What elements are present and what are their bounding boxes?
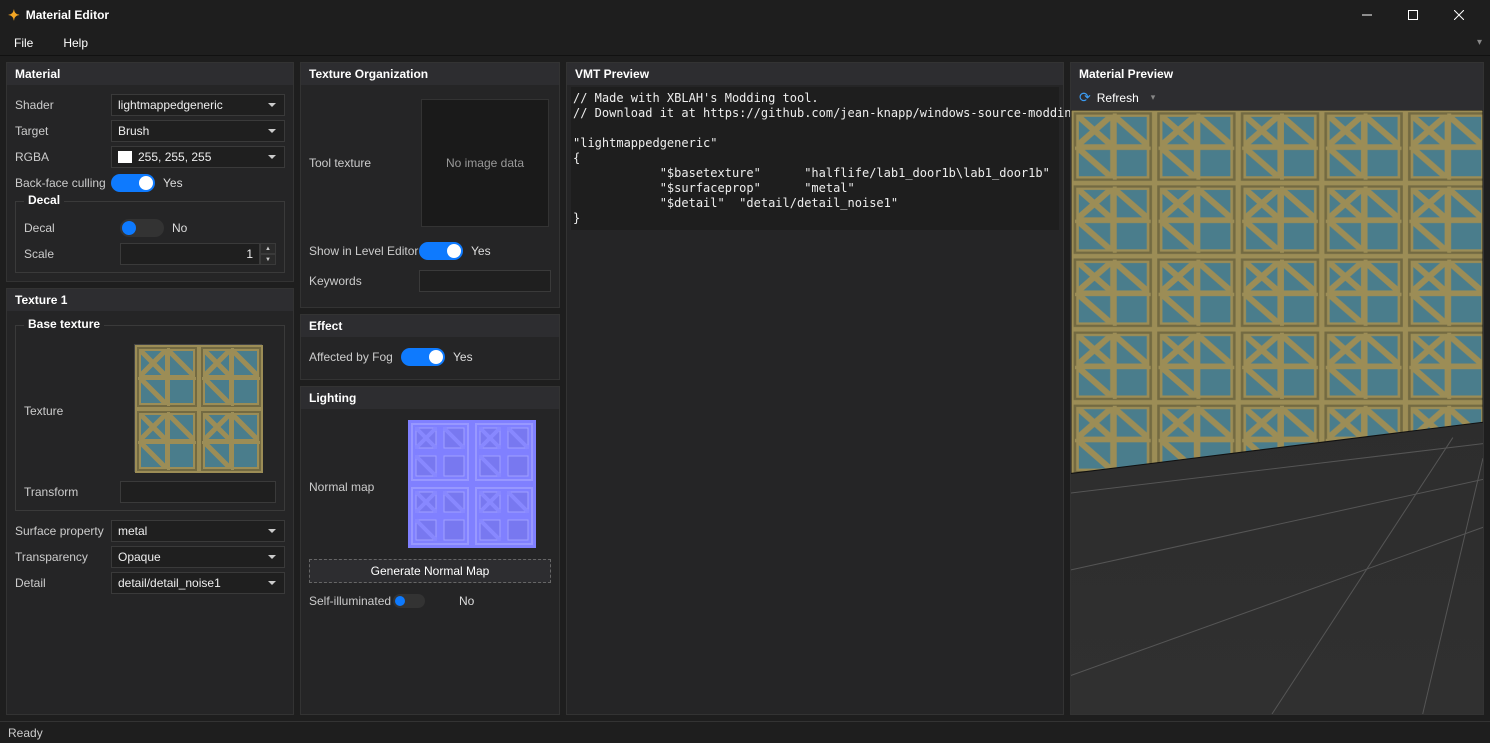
transform-input[interactable] <box>120 481 276 503</box>
refresh-icon: ⟳ <box>1079 89 1091 106</box>
scale-up-button[interactable]: ▲ <box>260 243 276 254</box>
transparency-select[interactable]: Opaque <box>111 546 285 568</box>
texture-org-header: Texture Organization <box>301 63 559 85</box>
shader-label: Shader <box>15 98 111 112</box>
bfc-value: Yes <box>163 176 183 190</box>
base-texture-group: Base texture Texture Transform <box>15 325 285 511</box>
status-text: Ready <box>8 726 43 740</box>
app-icon: ✦ <box>8 7 20 24</box>
status-bar: Ready <box>0 721 1490 743</box>
transparency-label: Transparency <box>15 550 111 564</box>
generate-normal-button[interactable]: Generate Normal Map <box>309 559 551 583</box>
refresh-dropdown[interactable]: ▾ <box>1151 92 1156 103</box>
effect-panel: Effect Affected by Fog Yes <box>300 314 560 380</box>
scale-input[interactable]: 1 <box>120 243 260 265</box>
surfprop-select[interactable]: metal <box>111 520 285 542</box>
surfprop-label: Surface property <box>15 524 111 538</box>
texture-org-panel: Texture Organization Tool texture No ima… <box>300 62 560 308</box>
rgba-select[interactable]: 255, 255, 255 <box>111 146 285 168</box>
texture1-panel: Texture 1 Base texture Texture Transform <box>6 288 294 715</box>
scale-label: Scale <box>24 247 120 261</box>
refresh-button[interactable]: Refresh <box>1097 91 1139 105</box>
showlvl-toggle[interactable] <box>419 242 463 260</box>
close-button[interactable] <box>1436 0 1482 30</box>
title-bar: ✦ Material Editor <box>0 0 1490 30</box>
base-texture-preview[interactable] <box>134 344 262 472</box>
decal-toggle[interactable] <box>120 219 164 237</box>
effect-header: Effect <box>301 315 559 337</box>
menu-overflow[interactable]: ▾ <box>1477 37 1482 48</box>
showlvl-label: Show in Level Editor <box>309 244 419 258</box>
preview-panel: Material Preview ⟳ Refresh ▾ <box>1070 62 1484 715</box>
material-viewport[interactable] <box>1071 110 1483 714</box>
preview-header: Material Preview <box>1071 63 1483 85</box>
tooltex-label: Tool texture <box>309 156 419 170</box>
fog-toggle[interactable] <box>401 348 445 366</box>
keywords-input[interactable] <box>419 270 551 292</box>
showlvl-value: Yes <box>471 244 491 258</box>
rgba-label: RGBA <box>15 150 111 164</box>
detail-label: Detail <box>15 576 111 590</box>
bfc-toggle[interactable] <box>111 174 155 192</box>
selfill-value: No <box>459 594 474 608</box>
vmt-header: VMT Preview <box>567 63 1063 85</box>
menu-help[interactable]: Help <box>57 34 94 52</box>
shader-select[interactable]: lightmappedgeneric <box>111 94 285 116</box>
decal-legend: Decal <box>24 193 64 207</box>
lighting-header: Lighting <box>301 387 559 409</box>
keywords-label: Keywords <box>309 274 419 288</box>
vmt-code[interactable]: // Made with XBLAH's Modding tool. // Do… <box>571 87 1059 230</box>
menu-file[interactable]: File <box>8 34 39 52</box>
texture1-header: Texture 1 <box>7 289 293 311</box>
selfill-label: Self-illuminated <box>309 594 393 608</box>
minimize-button[interactable] <box>1344 0 1390 30</box>
vmt-panel: VMT Preview // Made with XBLAH's Modding… <box>566 62 1064 715</box>
tooltex-preview[interactable]: No image data <box>421 99 549 227</box>
target-label: Target <box>15 124 111 138</box>
decal-group: Decal Decal No Scale 1 ▲▼ <box>15 201 285 273</box>
normal-map-preview[interactable] <box>408 420 536 548</box>
fog-label: Affected by Fog <box>309 350 401 364</box>
selfill-toggle[interactable] <box>393 594 425 608</box>
menu-bar: File Help ▾ <box>0 30 1490 56</box>
material-panel: Material Shader lightmappedgeneric Targe… <box>6 62 294 282</box>
scale-down-button[interactable]: ▼ <box>260 254 276 265</box>
material-header: Material <box>7 63 293 85</box>
target-select[interactable]: Brush <box>111 120 285 142</box>
color-swatch-icon <box>118 151 132 163</box>
lighting-panel: Lighting Normal map Generate Normal Map … <box>300 386 560 715</box>
app-title: Material Editor <box>26 8 109 22</box>
texture-label: Texture <box>24 404 120 418</box>
fog-value: Yes <box>453 350 473 364</box>
decal-value: No <box>172 221 187 235</box>
detail-select[interactable]: detail/detail_noise1 <box>111 572 285 594</box>
decal-label: Decal <box>24 221 120 235</box>
maximize-button[interactable] <box>1390 0 1436 30</box>
bfc-label: Back-face culling <box>15 176 111 190</box>
normal-label: Normal map <box>309 480 393 494</box>
transform-label: Transform <box>24 485 120 499</box>
base-texture-legend: Base texture <box>24 317 104 331</box>
